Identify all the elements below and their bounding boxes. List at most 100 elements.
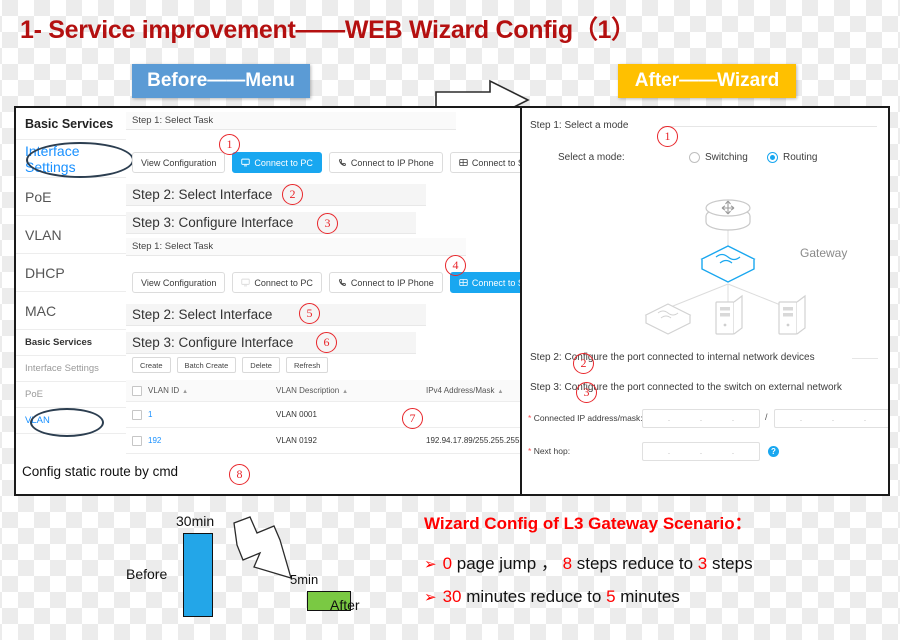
radio-routing[interactable] — [767, 152, 778, 163]
sidebar-item-poe[interactable]: PoE — [16, 178, 126, 216]
connected-mask-input[interactable]: ... — [774, 409, 888, 428]
button-label: Create — [140, 360, 163, 370]
connect-to-ip-phone-button[interactable]: Connect to IP Phone — [328, 152, 443, 173]
cell-vlan-id[interactable]: 192 — [148, 436, 276, 445]
radio-switching[interactable] — [689, 152, 700, 163]
button-label: Connect to PC — [254, 157, 313, 168]
dot-sep: . — [799, 414, 803, 423]
mode-field-label: Select a mode: — [558, 152, 625, 163]
callout-2-right: 2 — [573, 353, 594, 374]
switch-icon — [459, 279, 468, 286]
bullet-part: 3 — [697, 554, 708, 573]
row-checkbox[interactable] — [132, 409, 142, 420]
sidebar-item-dhcp[interactable]: DHCP — [16, 254, 126, 292]
create-button[interactable]: Create — [132, 357, 171, 373]
config-static-route-note: Config static route by cmd — [22, 464, 179, 479]
ip-mask-separator: / — [765, 412, 768, 422]
sidebar-label: VLAN — [25, 226, 62, 243]
sidebar-item-mac[interactable]: MAC — [16, 292, 126, 330]
callout-2: 2 — [282, 184, 303, 205]
sort-caret-icon: ▲ — [182, 389, 189, 395]
callout-7: 7 — [402, 408, 423, 429]
summary-bullet-1: ➢ 0 page jump ， 8 steps reduce to 3 step… — [424, 549, 753, 574]
delete-button[interactable]: Delete — [242, 357, 280, 373]
column-header-vlan-id[interactable]: VLAN ID ▲ — [148, 386, 276, 395]
view-configuration-button[interactable]: View Configuration — [132, 152, 226, 173]
step-label: Step 1: Select Task — [132, 115, 214, 126]
before-sidebar: Basic Services Interface Settings PoE VL… — [16, 108, 126, 494]
bullet-text: 30 minutes reduce to 5 minutes — [443, 587, 680, 607]
network-topology-diagram — [644, 199, 806, 335]
step-3-configure-interface-b: Step 3: Configure Interface — [126, 332, 416, 354]
refresh-button[interactable]: Refresh — [285, 357, 329, 373]
callout-5: 5 — [299, 303, 320, 324]
button-label: Connect to IP Phone — [350, 277, 434, 288]
column-header-ipv4-address-mask[interactable]: IPv4 Address/Mask ▲ — [426, 386, 521, 395]
before-label-badge: Before——Menu — [132, 64, 310, 98]
bullet-part: 30 — [442, 587, 462, 606]
batch-create-button[interactable]: Batch Create — [176, 357, 237, 373]
callout-1-right: 1 — [657, 126, 678, 147]
next-hop-input[interactable]: ... — [642, 442, 760, 461]
button-label: Delete — [250, 360, 272, 370]
dot-sep: . — [731, 414, 735, 423]
sidebar-item-vlan[interactable]: VLAN — [16, 216, 126, 254]
page-title: 1- Service improvement——WEB Wizard Confi… — [20, 16, 636, 44]
sidebar-label: Interface Settings — [25, 142, 80, 175]
label-connected-ip-address-mask: * Connected IP address/mask: — [528, 413, 643, 423]
radio-label-switching[interactable]: Switching — [705, 152, 748, 163]
sidebar-item-interface-settings[interactable]: Interface Settings — [16, 140, 126, 178]
dot-sep: . — [863, 414, 867, 423]
help-icon[interactable]: ? — [768, 446, 779, 457]
table-header-row: VLAN ID ▲ VLAN Description ▲ IPv4 Address/… — [126, 380, 521, 402]
table-row[interactable]: 192 VLAN 0192 192.94.17.89/255.255.255.0 — [126, 428, 521, 454]
sidebar-subitem-vlan[interactable]: VLAN — [16, 408, 126, 434]
connect-to-switch-button-2[interactable]: Connect to Switch — [449, 272, 521, 293]
required-asterisk: * — [528, 446, 532, 456]
button-label: View Configuration — [141, 277, 217, 288]
sidebar-label: VLAN — [25, 415, 50, 426]
sidebar-label: Interface Settings — [25, 363, 99, 374]
step-label: Step 1: Select Task — [132, 241, 214, 252]
connect-to-switch-button[interactable]: Connect to Switch — [449, 152, 521, 173]
dot-sep: . — [667, 414, 671, 423]
phone-icon — [339, 279, 346, 286]
button-label: Connect to Switch — [471, 277, 521, 288]
button-label: Connect to Switch — [471, 157, 521, 168]
column-header-vlan-description[interactable]: VLAN Description ▲ — [276, 386, 426, 395]
sort-caret-icon: ▲ — [342, 389, 349, 395]
callout-8: 8 — [229, 464, 250, 485]
monitor-icon — [241, 278, 251, 287]
callout-3: 3 — [317, 213, 338, 234]
bullet-text: 0 page jump ， 8 steps reduce to 3 steps — [443, 549, 753, 574]
sidebar-label: DHCP — [25, 264, 65, 281]
bullet-part: 5 — [606, 587, 616, 606]
column-label: IPv4 Address/Mask — [426, 386, 495, 395]
row-checkbox[interactable] — [132, 435, 142, 446]
sort-caret-icon: ▲ — [497, 389, 504, 395]
view-configuration-button-2[interactable]: View Configuration — [132, 272, 226, 293]
monitor-icon — [241, 158, 251, 167]
step-label: Step 2: Select Interface — [132, 187, 273, 202]
bullet-part: page jump ， — [452, 554, 563, 573]
after-label-badge: After——Wizard — [618, 64, 796, 98]
table-row[interactable]: 1 VLAN 0001 — [126, 402, 521, 428]
column-label: VLAN ID — [148, 386, 180, 395]
connect-to-ip-phone-button-2[interactable]: Connect to IP Phone — [328, 272, 443, 293]
radio-label-routing[interactable]: Routing — [783, 152, 817, 163]
cell-vlan-id[interactable]: 1 — [148, 410, 276, 419]
connect-to-pc-button[interactable]: Connect to PC — [232, 152, 322, 173]
connected-ip-address-input[interactable]: ... — [642, 409, 760, 428]
bullet-part: minutes — [615, 587, 680, 606]
divider — [852, 358, 878, 359]
slide-canvas: 1- Service improvement——WEB Wizard Confi… — [0, 0, 900, 640]
connect-to-pc-button-2[interactable]: Connect to PC — [232, 272, 322, 293]
select-all-checkbox[interactable] — [132, 385, 142, 396]
field-label-text: Connected IP address/mask: — [533, 413, 643, 423]
sidebar-subitem-interface-settings[interactable]: Interface Settings — [16, 356, 126, 382]
sidebar-subitem-poe[interactable]: PoE — [16, 382, 126, 408]
cell-ipv4-address-mask: 192.94.17.89/255.255.255.0 — [426, 436, 521, 445]
sidebar-subheader-basic-services: Basic Services — [16, 330, 126, 356]
summary-heading: Wizard Config of L3 Gateway Scenario： — [424, 514, 752, 533]
sidebar-label: PoE — [25, 188, 52, 205]
